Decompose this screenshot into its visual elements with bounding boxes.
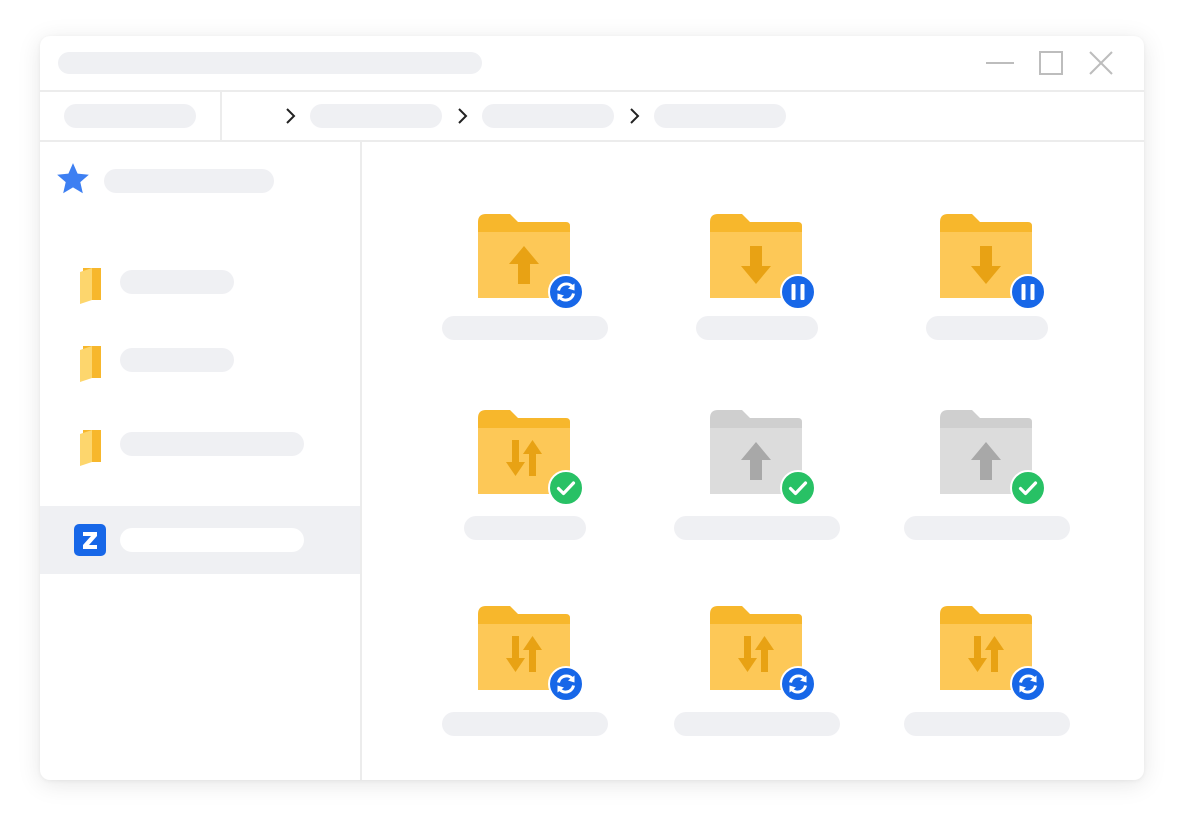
- folder-name: [674, 606, 675, 607]
- chevron-right-icon: [630, 108, 640, 124]
- folder-name-placeholder: [674, 712, 840, 736]
- sidebar: [40, 142, 362, 780]
- sync-status-icon: [548, 274, 584, 310]
- folder-name: [442, 410, 443, 411]
- folder-tile[interactable]: [674, 606, 844, 746]
- location-placeholder[interactable]: [64, 104, 196, 128]
- window-title-placeholder: [58, 52, 482, 74]
- sync-status-icon: [548, 666, 584, 702]
- zoolz-logo-icon: [74, 524, 106, 556]
- folder-grid: [362, 142, 1144, 780]
- folder-icon: [80, 346, 101, 382]
- chevron-right-icon: [286, 108, 296, 124]
- app-window: [40, 36, 1144, 780]
- sync-status-icon: [780, 666, 816, 702]
- breadcrumb-item[interactable]: [482, 104, 614, 128]
- check-status-icon: [548, 470, 584, 506]
- folder-name-placeholder: [904, 516, 1070, 540]
- breadcrumb-item-label: [40, 92, 41, 93]
- breadcrumb-item[interactable]: [310, 104, 442, 128]
- folder-tile[interactable]: [904, 606, 1074, 746]
- folder-name-placeholder: [464, 516, 586, 540]
- folder-name: [674, 410, 675, 411]
- folder-name-placeholder: [442, 712, 608, 736]
- breadcrumb-item-label: [40, 92, 41, 93]
- check-status-icon: [780, 470, 816, 506]
- sidebar-item-label: [40, 506, 41, 507]
- sidebar-item-folder[interactable]: [40, 330, 360, 390]
- sidebar-item-label: [40, 142, 41, 143]
- sidebar-item-label: [40, 330, 41, 331]
- breadcrumb-item[interactable]: [654, 104, 786, 128]
- folder-name-placeholder: [442, 316, 608, 340]
- maximize-icon[interactable]: [1036, 48, 1066, 78]
- folder-icon: [80, 268, 101, 304]
- folder-tile[interactable]: [442, 214, 612, 354]
- navbar-divider: [220, 92, 222, 140]
- folder-name-placeholder: [674, 516, 840, 540]
- minimize-icon[interactable]: [984, 48, 1014, 78]
- sync-status-icon: [1010, 666, 1046, 702]
- sidebar-item-label-placeholder: [104, 169, 274, 193]
- folder-name: [904, 606, 905, 607]
- folder-name-placeholder: [926, 316, 1048, 340]
- folder-tile[interactable]: [674, 214, 844, 354]
- star-icon: [57, 163, 89, 194]
- folder-name: [442, 606, 443, 607]
- breadcrumb-item-label: [40, 92, 41, 93]
- folder-tile[interactable]: [904, 214, 1074, 354]
- navigation-bar: [40, 92, 1144, 142]
- folder-icon: [80, 430, 101, 466]
- sidebar-item-label-placeholder: [120, 348, 234, 372]
- check-status-icon: [1010, 470, 1046, 506]
- folder-name-placeholder: [696, 316, 818, 340]
- location-label: [40, 92, 41, 93]
- chevron-right-icon: [458, 108, 468, 124]
- folder-tile[interactable]: [442, 410, 612, 550]
- folder-tile[interactable]: [904, 410, 1074, 550]
- close-icon[interactable]: [1086, 48, 1116, 78]
- folder-name-placeholder: [904, 712, 1070, 736]
- sidebar-item-label-placeholder: [120, 528, 304, 552]
- sidebar-item-label-placeholder: [120, 432, 304, 456]
- sidebar-item-label-placeholder: [120, 270, 234, 294]
- folder-name: [904, 214, 905, 215]
- sidebar-item-label: [40, 416, 41, 417]
- pause-status-icon: [1010, 274, 1046, 310]
- window-title: [40, 36, 41, 37]
- folder-name: [442, 214, 443, 215]
- folder-tile[interactable]: [442, 606, 612, 746]
- title-bar: [40, 36, 1144, 92]
- sidebar-item-zoolz[interactable]: [40, 506, 360, 574]
- sidebar-item-favorites[interactable]: [40, 142, 360, 218]
- sidebar-item-label: [40, 252, 41, 253]
- folder-tile[interactable]: [674, 410, 844, 550]
- folder-name: [904, 410, 905, 411]
- folder-name: [674, 214, 675, 215]
- sidebar-item-folder[interactable]: [40, 252, 360, 312]
- sidebar-item-folder[interactable]: [40, 416, 360, 476]
- pause-status-icon: [780, 274, 816, 310]
